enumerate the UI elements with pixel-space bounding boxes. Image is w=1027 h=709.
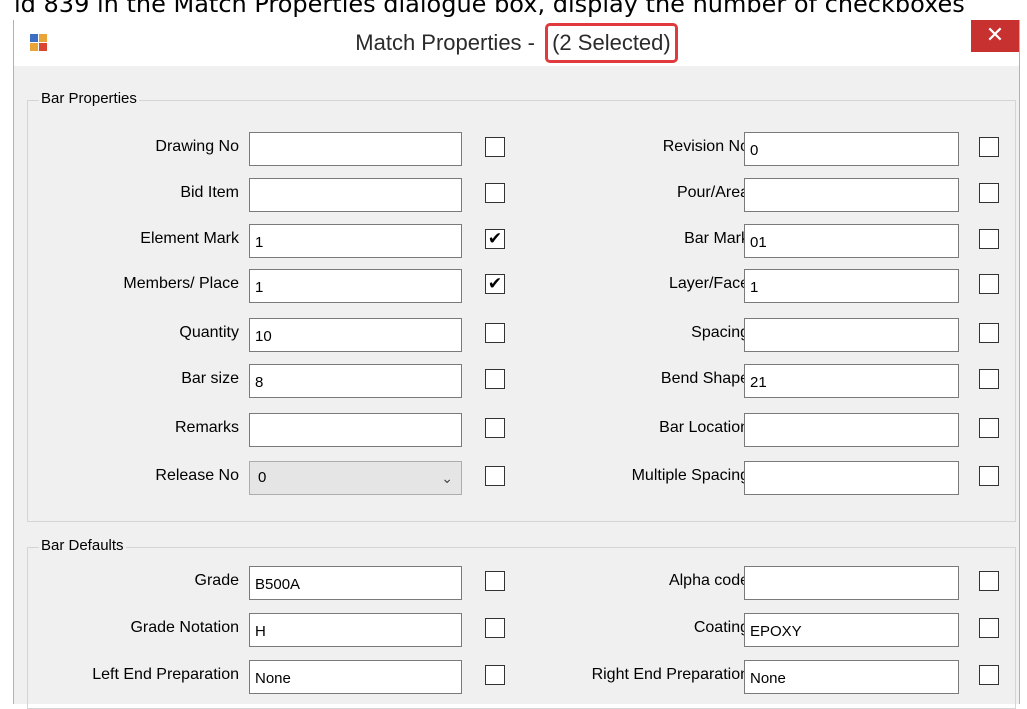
spacing-field[interactable] (744, 318, 959, 352)
left-end-preparation-checkbox[interactable] (485, 665, 505, 685)
quantity-field[interactable]: 10 (249, 318, 462, 352)
element-mark-value: 1 (255, 234, 264, 251)
bend-shape-value: 21 (750, 374, 767, 391)
bend-shape-label: Bend Shape (660, 370, 749, 387)
alpha-code-field[interactable] (744, 566, 959, 600)
grade-notation-value: H (255, 623, 266, 640)
bar-mark-value: 01 (750, 234, 767, 251)
element-mark-label: Element Mark (140, 230, 239, 247)
revision-no-value: 0 (750, 142, 759, 159)
bar-properties-label: Bar Properties (39, 90, 139, 107)
bar-location-checkbox[interactable] (979, 418, 999, 438)
multiple-spacing-label: Multiple Spacing (631, 467, 749, 484)
title-text: Match Properties - (355, 30, 542, 55)
layer-face-value: 1 (750, 279, 759, 296)
bend-shape-checkbox[interactable] (979, 369, 999, 389)
pour-area-checkbox[interactable] (979, 183, 999, 203)
window-title: Match Properties - (2 Selected) (14, 20, 1019, 66)
title-bar: Match Properties - (2 Selected) ✕ (14, 20, 1019, 66)
checkmark-icon: ✔ (487, 229, 503, 249)
pour-area-field[interactable] (744, 178, 959, 212)
quantity-checkbox[interactable] (485, 323, 505, 343)
alpha-code-checkbox[interactable] (979, 571, 999, 591)
layer-face-checkbox[interactable] (979, 274, 999, 294)
bend-shape-field[interactable]: 21 (744, 364, 959, 398)
left-end-preparation-value: None (255, 670, 291, 687)
coating-checkbox[interactable] (979, 618, 999, 638)
grade-notation-checkbox[interactable] (485, 618, 505, 638)
quantity-label: Quantity (179, 324, 239, 341)
layer-face-field[interactable]: 1 (744, 269, 959, 303)
release-no-value: 0 (258, 469, 267, 486)
revision-no-field[interactable]: 0 (744, 132, 959, 166)
element-mark-field[interactable]: 1 (249, 224, 462, 258)
bar-size-field[interactable]: 8 (249, 364, 462, 398)
caption-text: ld 839 in the Match Properties dialogue … (14, 0, 965, 18)
revision-no-checkbox[interactable] (979, 137, 999, 157)
grade-field[interactable]: B500A (249, 566, 462, 600)
bar-size-label: Bar size (181, 370, 239, 387)
drawing-no-checkbox[interactable] (485, 137, 505, 157)
bar-size-value: 8 (255, 374, 264, 391)
release-no-select[interactable]: 0 ⌄ (249, 461, 462, 495)
grade-notation-label: Grade Notation (130, 619, 239, 636)
bar-location-label: Bar Location (659, 419, 749, 436)
grade-label: Grade (194, 572, 239, 589)
drawing-no-label: Drawing No (155, 138, 239, 155)
pour-area-label: Pour/Area (676, 184, 749, 201)
revision-no-label: Revision No (662, 138, 749, 155)
quantity-value: 10 (255, 328, 272, 345)
remarks-label: Remarks (174, 419, 239, 436)
alpha-code-label: Alpha code (668, 572, 749, 589)
right-end-preparation-field[interactable]: None (744, 660, 959, 694)
grade-value: B500A (255, 576, 301, 593)
bar-location-field[interactable] (744, 413, 959, 447)
chevron-down-icon: ⌄ (441, 470, 453, 486)
element-mark-checkbox[interactable]: ✔ (485, 229, 505, 249)
left-end-preparation-label: Left End Preparation (92, 666, 239, 683)
grade-notation-field[interactable]: H (249, 613, 462, 647)
layer-face-label: Layer/Face (668, 275, 749, 292)
left-end-preparation-field[interactable]: None (249, 660, 462, 694)
match-properties-dialog: Match Properties - (2 Selected) ✕ Bar Pr… (13, 20, 1020, 709)
bid-item-field[interactable] (249, 178, 462, 212)
right-end-preparation-label: Right End Preparation (591, 666, 749, 683)
spacing-checkbox[interactable] (979, 323, 999, 343)
selected-count: (2 Selected) (545, 23, 678, 63)
members-place-label: Members/ Place (123, 275, 239, 292)
multiple-spacing-field[interactable] (744, 461, 959, 495)
coating-field[interactable]: EPOXY (744, 613, 959, 647)
members-place-checkbox[interactable]: ✔ (485, 274, 505, 294)
bar-size-checkbox[interactable] (485, 369, 505, 389)
release-no-label: Release No (155, 467, 239, 484)
grade-checkbox[interactable] (485, 571, 505, 591)
right-end-preparation-checkbox[interactable] (979, 665, 999, 685)
bar-mark-field[interactable]: 01 (744, 224, 959, 258)
bid-item-label: Bid Item (180, 184, 239, 201)
right-end-preparation-value: None (750, 670, 786, 687)
remarks-field[interactable] (249, 413, 462, 447)
bar-mark-checkbox[interactable] (979, 229, 999, 249)
bar-defaults-label: Bar Defaults (39, 537, 126, 554)
coating-label: Coating (693, 619, 749, 636)
members-place-value: 1 (255, 279, 264, 296)
spacing-label: Spacing (691, 324, 749, 341)
bid-item-checkbox[interactable] (485, 183, 505, 203)
multiple-spacing-checkbox[interactable] (979, 466, 999, 486)
close-icon: ✕ (985, 23, 1005, 48)
bar-mark-label: Bar Mark (684, 230, 749, 247)
remarks-checkbox[interactable] (485, 418, 505, 438)
release-no-checkbox[interactable] (485, 466, 505, 486)
members-place-field[interactable]: 1 (249, 269, 462, 303)
checkmark-icon: ✔ (487, 274, 503, 294)
coating-value: EPOXY (750, 623, 802, 640)
close-button[interactable]: ✕ (971, 20, 1019, 52)
drawing-no-field[interactable] (249, 132, 462, 166)
